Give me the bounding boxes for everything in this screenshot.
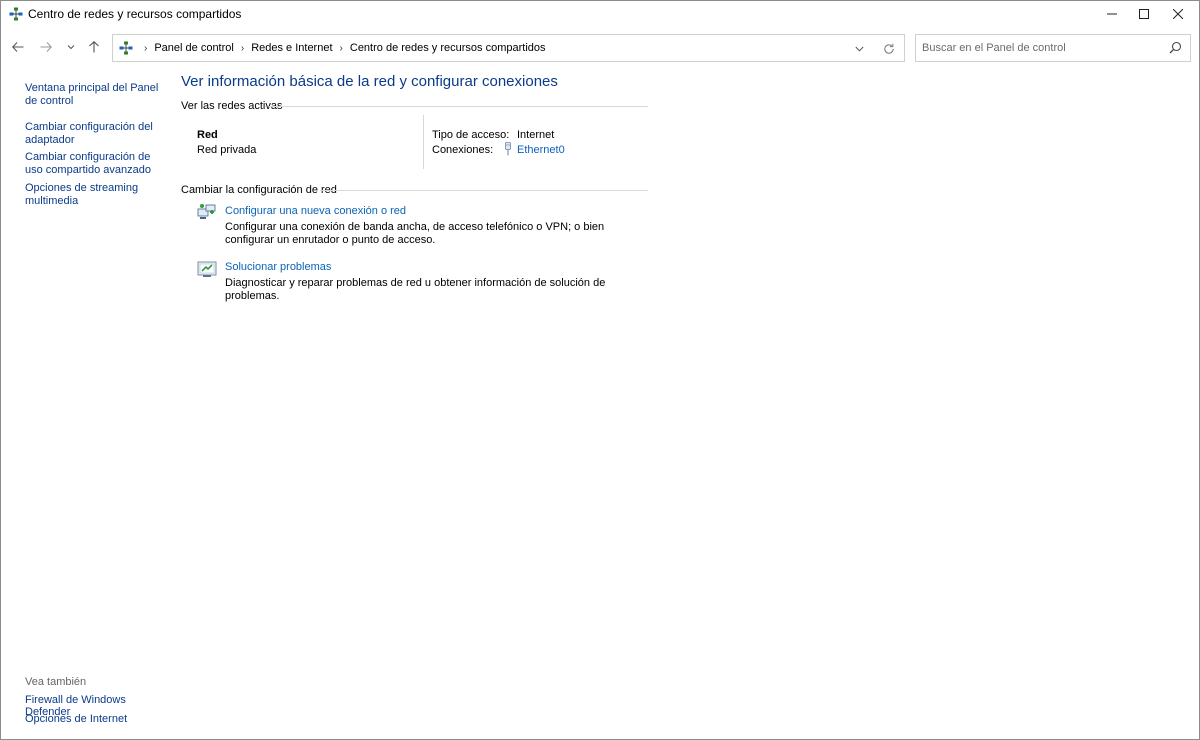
network-center-icon: [119, 41, 133, 55]
maximize-icon: [1139, 9, 1149, 19]
access-type-label: Tipo de acceso:: [432, 129, 510, 141]
new-connection-icon: [197, 203, 217, 221]
address-bar[interactable]: › Panel de control › Redes e Internet › …: [112, 34, 905, 62]
page-title: Ver información básica de la red y confi…: [181, 73, 558, 90]
maximize-button[interactable]: [1125, 1, 1163, 27]
back-arrow-icon: [12, 42, 24, 52]
minimize-icon: [1107, 13, 1117, 15]
up-arrow-icon: [89, 41, 99, 53]
troubleshoot-link[interactable]: Solucionar problemas: [225, 261, 331, 273]
vertical-divider: [423, 115, 424, 169]
chevron-right-icon[interactable]: ›: [340, 43, 343, 54]
close-icon: [1173, 9, 1183, 19]
see-also-link-internet-options[interactable]: Opciones de Internet: [25, 713, 127, 725]
troubleshoot-icon: [197, 260, 217, 278]
ethernet-icon: [503, 142, 513, 156]
main-content: Ver información básica de la red y confi…: [181, 63, 1191, 739]
access-type-value: Internet: [517, 129, 555, 141]
forward-arrow-icon: [40, 42, 52, 52]
up-button[interactable]: [85, 37, 103, 57]
network-profile[interactable]: Red privada: [197, 144, 256, 156]
chevron-down-icon: [854, 46, 864, 52]
sidebar-link-advanced-sharing-settings[interactable]: Cambiar configuración de uso compartido …: [25, 151, 163, 177]
sidebar-link-media-streaming-options[interactable]: Opciones de streaming multimedia: [25, 182, 163, 208]
sidebar-link-change-adapter-settings[interactable]: Cambiar configuración del adaptador: [25, 121, 163, 147]
search-box[interactable]: [915, 34, 1191, 62]
network-center-window: Centro de redes y recursos compartidos ›…: [0, 0, 1200, 740]
refresh-button[interactable]: [881, 41, 897, 57]
search-icon[interactable]: [1169, 41, 1183, 55]
left-task-pane: Ventana principal del Panel de control C…: [1, 63, 169, 739]
breadcrumb-item[interactable]: Panel de control: [154, 42, 234, 54]
network-name: Red: [197, 129, 218, 141]
refresh-icon: [884, 43, 894, 54]
navigation-bar: › Panel de control › Redes e Internet › …: [1, 31, 1199, 63]
back-button[interactable]: [9, 37, 27, 57]
active-networks-title: Ver las redes activas: [181, 100, 283, 112]
setup-new-connection-description: Configurar una conexión de banda ancha, …: [225, 221, 605, 246]
breadcrumb-item[interactable]: Centro de redes y recursos compartidos: [350, 42, 546, 54]
chevron-right-icon[interactable]: ›: [144, 43, 147, 54]
window-title: Centro de redes y recursos compartidos: [28, 7, 242, 21]
see-also-label: Vea también: [25, 676, 87, 688]
chevron-right-icon[interactable]: ›: [241, 43, 244, 54]
sidebar-link-control-panel-home[interactable]: Ventana principal del Panel de control: [25, 82, 163, 108]
breadcrumb: › Panel de control › Redes e Internet › …: [137, 42, 546, 54]
breadcrumb-item[interactable]: Redes e Internet: [251, 42, 332, 54]
change-settings-title: Cambiar la configuración de red: [181, 184, 337, 196]
forward-button[interactable]: [37, 37, 55, 57]
address-dropdown-button[interactable]: [851, 42, 867, 56]
ethernet-connection-link[interactable]: Ethernet0: [517, 144, 565, 156]
close-button[interactable]: [1159, 1, 1197, 27]
section-divider: [320, 190, 648, 191]
section-divider: [269, 106, 648, 107]
setup-new-connection-link[interactable]: Configurar una nueva conexión o red: [225, 205, 406, 217]
chevron-down-icon: [67, 45, 75, 50]
title-bar[interactable]: Centro de redes y recursos compartidos: [1, 1, 1199, 27]
troubleshoot-description: Diagnosticar y reparar problemas de red …: [225, 277, 606, 302]
recent-locations-button[interactable]: [62, 37, 80, 57]
search-input[interactable]: [922, 40, 1162, 56]
connections-label: Conexiones:: [432, 144, 494, 156]
network-center-icon: [9, 7, 23, 21]
